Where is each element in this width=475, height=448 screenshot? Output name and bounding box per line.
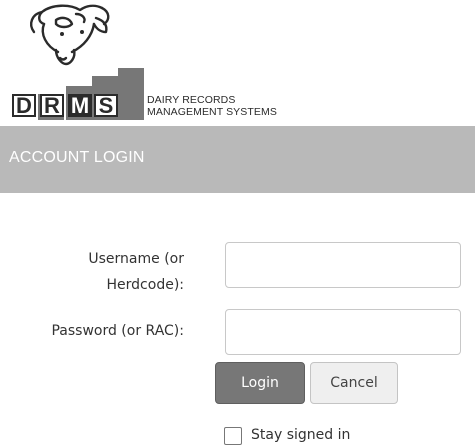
logo-wordmark: DAIRY RECORDS MANAGEMENT SYSTEMS xyxy=(147,94,277,118)
username-label-line-2: Herdcode): xyxy=(106,277,184,293)
password-input[interactable] xyxy=(225,309,461,355)
username-label-line-1: Username (or xyxy=(88,251,184,267)
cancel-button[interactable]: Cancel xyxy=(310,362,398,404)
username-input[interactable] xyxy=(225,242,461,288)
account-login-header: ACCOUNT LOGIN xyxy=(0,126,475,193)
logo-line-2: MANAGEMENT SYSTEMS xyxy=(147,106,277,118)
username-label: Username (or Herdcode): xyxy=(40,248,184,296)
password-label: Password (or RAC): xyxy=(51,323,184,339)
logo-letter-s: S xyxy=(94,94,118,117)
logo-bar xyxy=(118,68,144,120)
login-button[interactable]: Login xyxy=(215,362,305,404)
drms-logo: D R M S DAIRY RECORDS MANAGEMENT SYSTEMS xyxy=(0,0,475,122)
stay-signed-in-checkbox[interactable] xyxy=(224,427,242,445)
drms-letter-blocks: D R M S xyxy=(12,68,144,120)
cow-head-icon xyxy=(30,4,110,66)
logo-letter-d: D xyxy=(12,94,36,117)
logo-line-1: DAIRY RECORDS xyxy=(147,94,236,106)
logo-letter-r: R xyxy=(40,94,64,117)
page-title: ACCOUNT LOGIN xyxy=(9,149,145,166)
stay-signed-in-label: Stay signed in xyxy=(251,427,351,443)
logo-letter-m: M xyxy=(68,94,92,117)
